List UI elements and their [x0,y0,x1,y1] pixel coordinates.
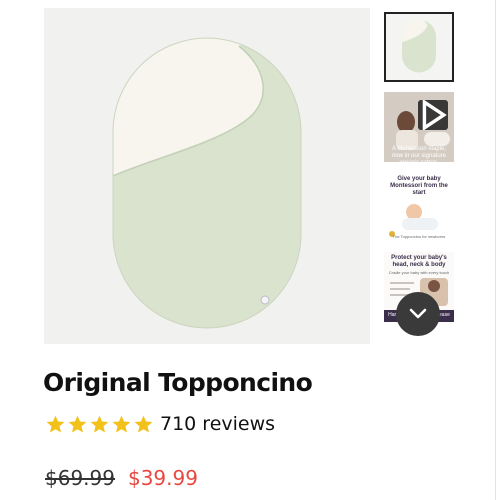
sale-price: $39.99 [127,466,198,490]
star-icon [112,415,131,433]
thumbnail-3-footer: The Topponcino for newborns [392,234,446,239]
original-price: $69.99 [45,466,115,490]
thumbnail-2-video[interactable]: A Montessori staple, now in our signatur… [384,92,454,162]
thumbnails-scroll-down-button[interactable] [396,292,440,336]
star-icon [46,415,65,433]
thumbnail-2-caption: A Montessori staple, now in our signatur… [391,146,447,162]
thumbnail-3-image [389,204,438,237]
thumbnail-3[interactable]: Give your baby Montessori from the start… [384,172,454,242]
star-icon [90,415,109,433]
product-rating[interactable]: 710 reviews [45,412,275,436]
product-price: $69.99 $39.99 [45,466,198,490]
topponcino-illustration [112,37,302,329]
main-product-image[interactable] [44,8,370,344]
page-edge-divider [495,0,496,500]
star-icon [68,415,87,433]
product-title: Original Topponcino [43,368,313,397]
play-button[interactable] [418,100,448,130]
reviews-link[interactable]: 710 reviews [160,413,275,435]
star-icon [134,415,153,433]
chevron-down-icon [409,308,427,319]
play-icon [422,100,447,130]
rating-stars [45,414,155,435]
thumbnail-1[interactable] [384,12,454,82]
thumbnail-1-image [386,14,452,80]
